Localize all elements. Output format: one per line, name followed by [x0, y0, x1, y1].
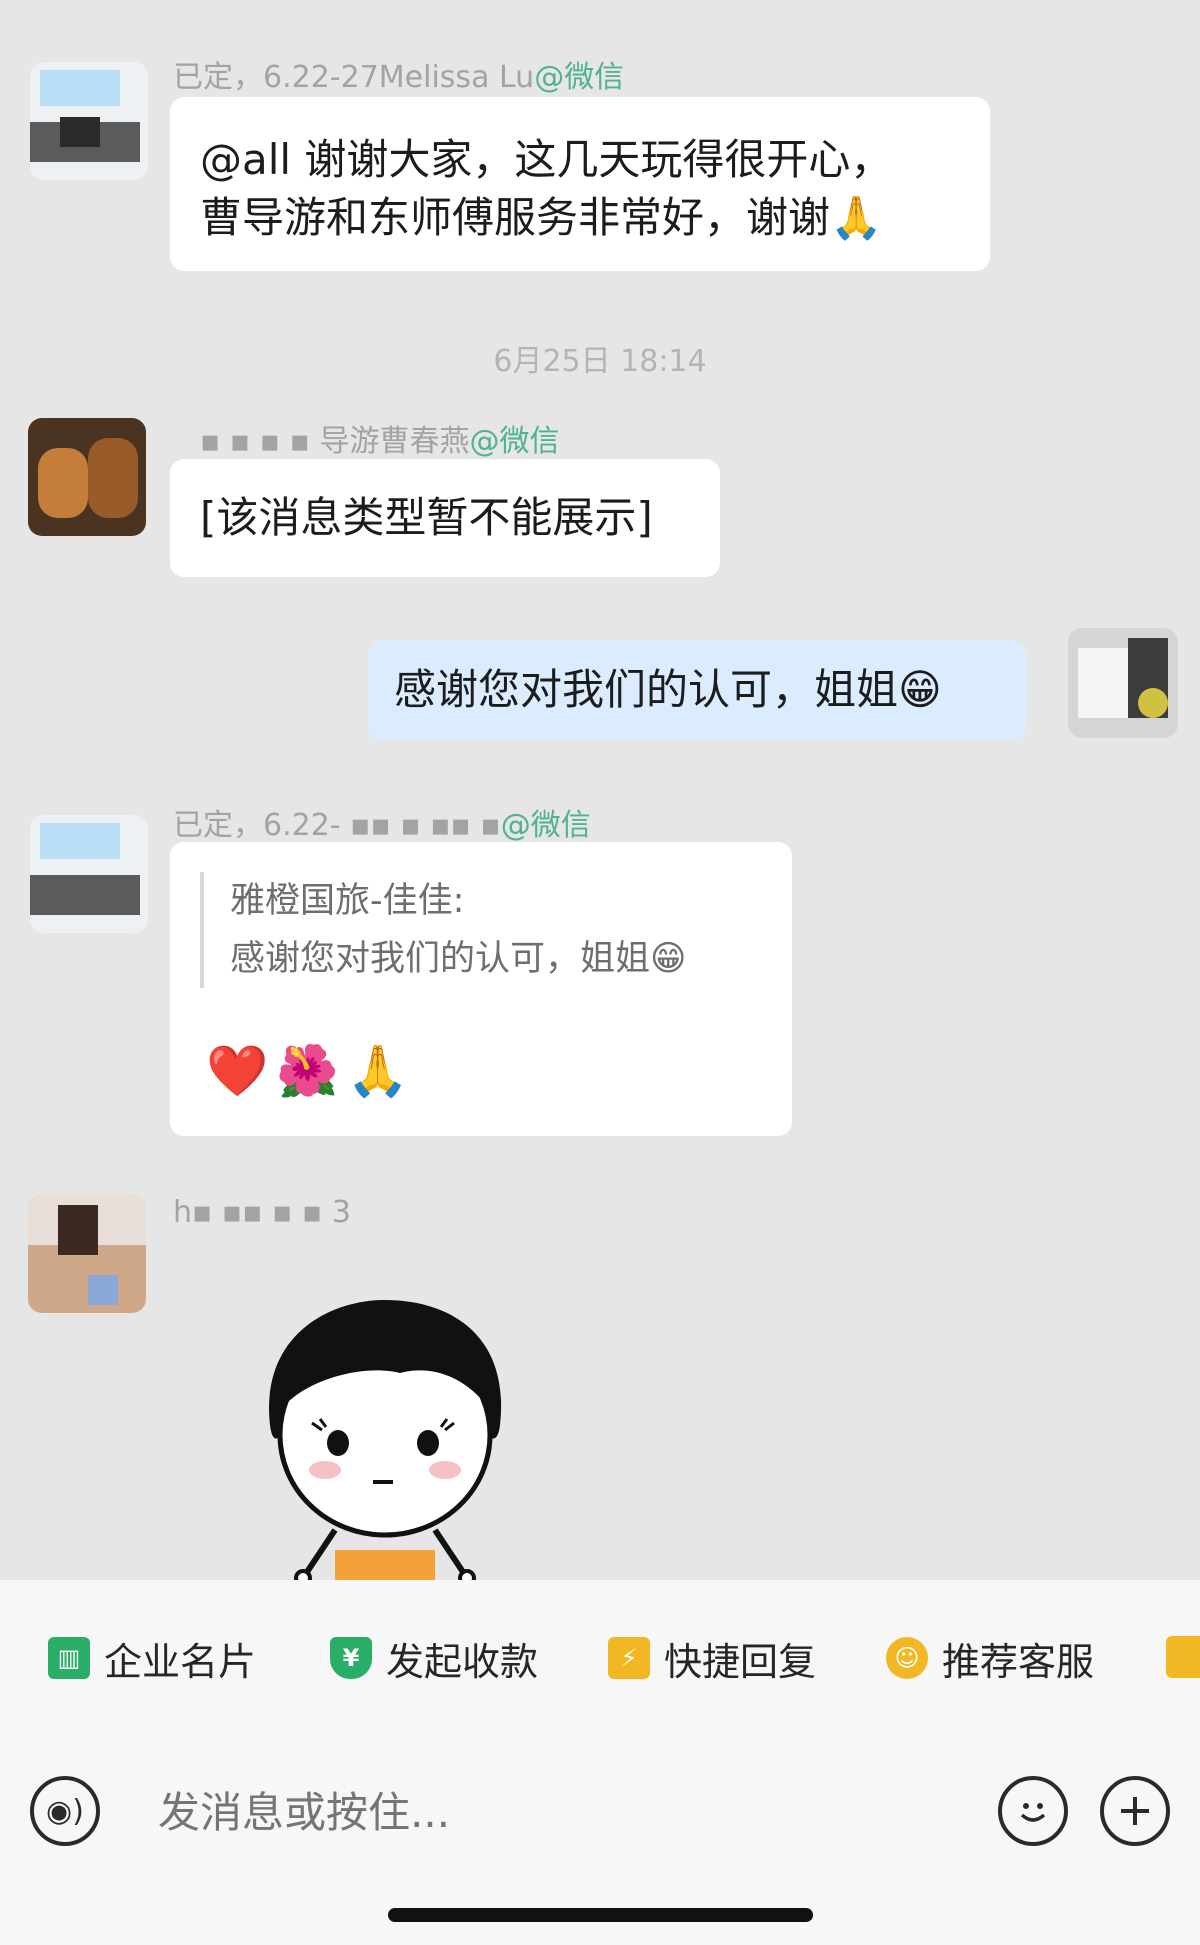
message-text: 感谢您对我们的认可，姐姐	[394, 665, 899, 714]
quick-action-payment[interactable]: ¥ 发起收款	[330, 1628, 538, 1688]
own-avatar[interactable]	[1068, 628, 1178, 738]
quick-action-recommend-service[interactable]: ☺ 推荐客服	[886, 1628, 1094, 1688]
message-bubble-reply[interactable]: 雅橙国旅-佳佳: 感谢您对我们的认可，姐姐😁 ❤️🌺🙏	[170, 842, 792, 1136]
composer-toolbar: ▥ 企业名片 ¥ 发起收款 ⚡ 快捷回复 ☺ 推荐客服 ◉)	[0, 1580, 1200, 1945]
add-attachment-icon[interactable]	[1100, 1776, 1170, 1846]
message-input[interactable]	[158, 1778, 958, 1848]
quick-action-more-icon[interactable]	[1166, 1636, 1200, 1678]
message-bubble[interactable]: @all 谢谢大家，这几天玩得很开心， 曹导游和东师傅服务非常好，谢谢🙏	[170, 97, 990, 271]
emoji-picker-icon[interactable]	[998, 1776, 1068, 1846]
message-text: [该消息类型暂不能展示]	[200, 493, 653, 542]
quick-action-quick-reply[interactable]: ⚡ 快捷回复	[608, 1628, 816, 1688]
message-bubble-own[interactable]: 感谢您对我们的认可，姐姐😁	[368, 640, 1026, 740]
avatar[interactable]	[28, 418, 146, 536]
grin-emoji-icon: 😁	[898, 665, 942, 714]
sender-name: h▪ ▪▪ ▪ ▪ 3	[173, 1195, 351, 1230]
sender-name: 已定，6.22-27Melissa Lu@微信	[173, 60, 625, 95]
quoted-message[interactable]: 雅橙国旅-佳佳: 感谢您对我们的认可，姐姐😁	[200, 872, 720, 988]
timestamp: 6月25日 18:14	[493, 344, 707, 379]
quick-reply-icon: ⚡	[608, 1637, 650, 1679]
chat-area: 已定，6.22-27Melissa Lu@微信 @all 谢谢大家，这几天玩得很…	[0, 0, 1200, 1580]
input-row: ◉)	[0, 1740, 1200, 1880]
quick-action-business-card[interactable]: ▥ 企业名片	[48, 1628, 256, 1688]
business-card-icon: ▥	[48, 1637, 90, 1679]
sender-name: 已定，6.22- ▪▪ ▪ ▪▪ ▪@微信	[173, 808, 591, 843]
pray-emoji-icon: 🙏	[830, 193, 883, 242]
avatar[interactable]	[30, 62, 148, 180]
sticker-girl-icon[interactable]	[250, 1295, 520, 1580]
avatar[interactable]	[28, 1195, 146, 1313]
message-text: @all 谢谢大家，这几天玩得很开心，	[200, 135, 893, 184]
recommend-service-icon: ☺	[886, 1637, 928, 1679]
quote-text: 感谢您对我们的认可，姐姐😁	[230, 939, 687, 979]
sender-name: ▪ ▪ ▪ ▪ 导游曹春燕@微信	[200, 424, 560, 459]
quote-author: 雅橙国旅-佳佳:	[230, 881, 465, 921]
message-bubble[interactable]: [该消息类型暂不能展示]	[170, 459, 720, 577]
avatar[interactable]	[30, 815, 148, 933]
voice-input-icon[interactable]: ◉)	[30, 1776, 100, 1846]
payment-icon: ¥	[330, 1637, 372, 1679]
message-text: 曹导游和东师傅服务非常好，谢谢🙏	[200, 193, 883, 242]
reaction-emojis: ❤️🌺🙏	[206, 1042, 417, 1100]
home-indicator[interactable]	[388, 1908, 813, 1922]
